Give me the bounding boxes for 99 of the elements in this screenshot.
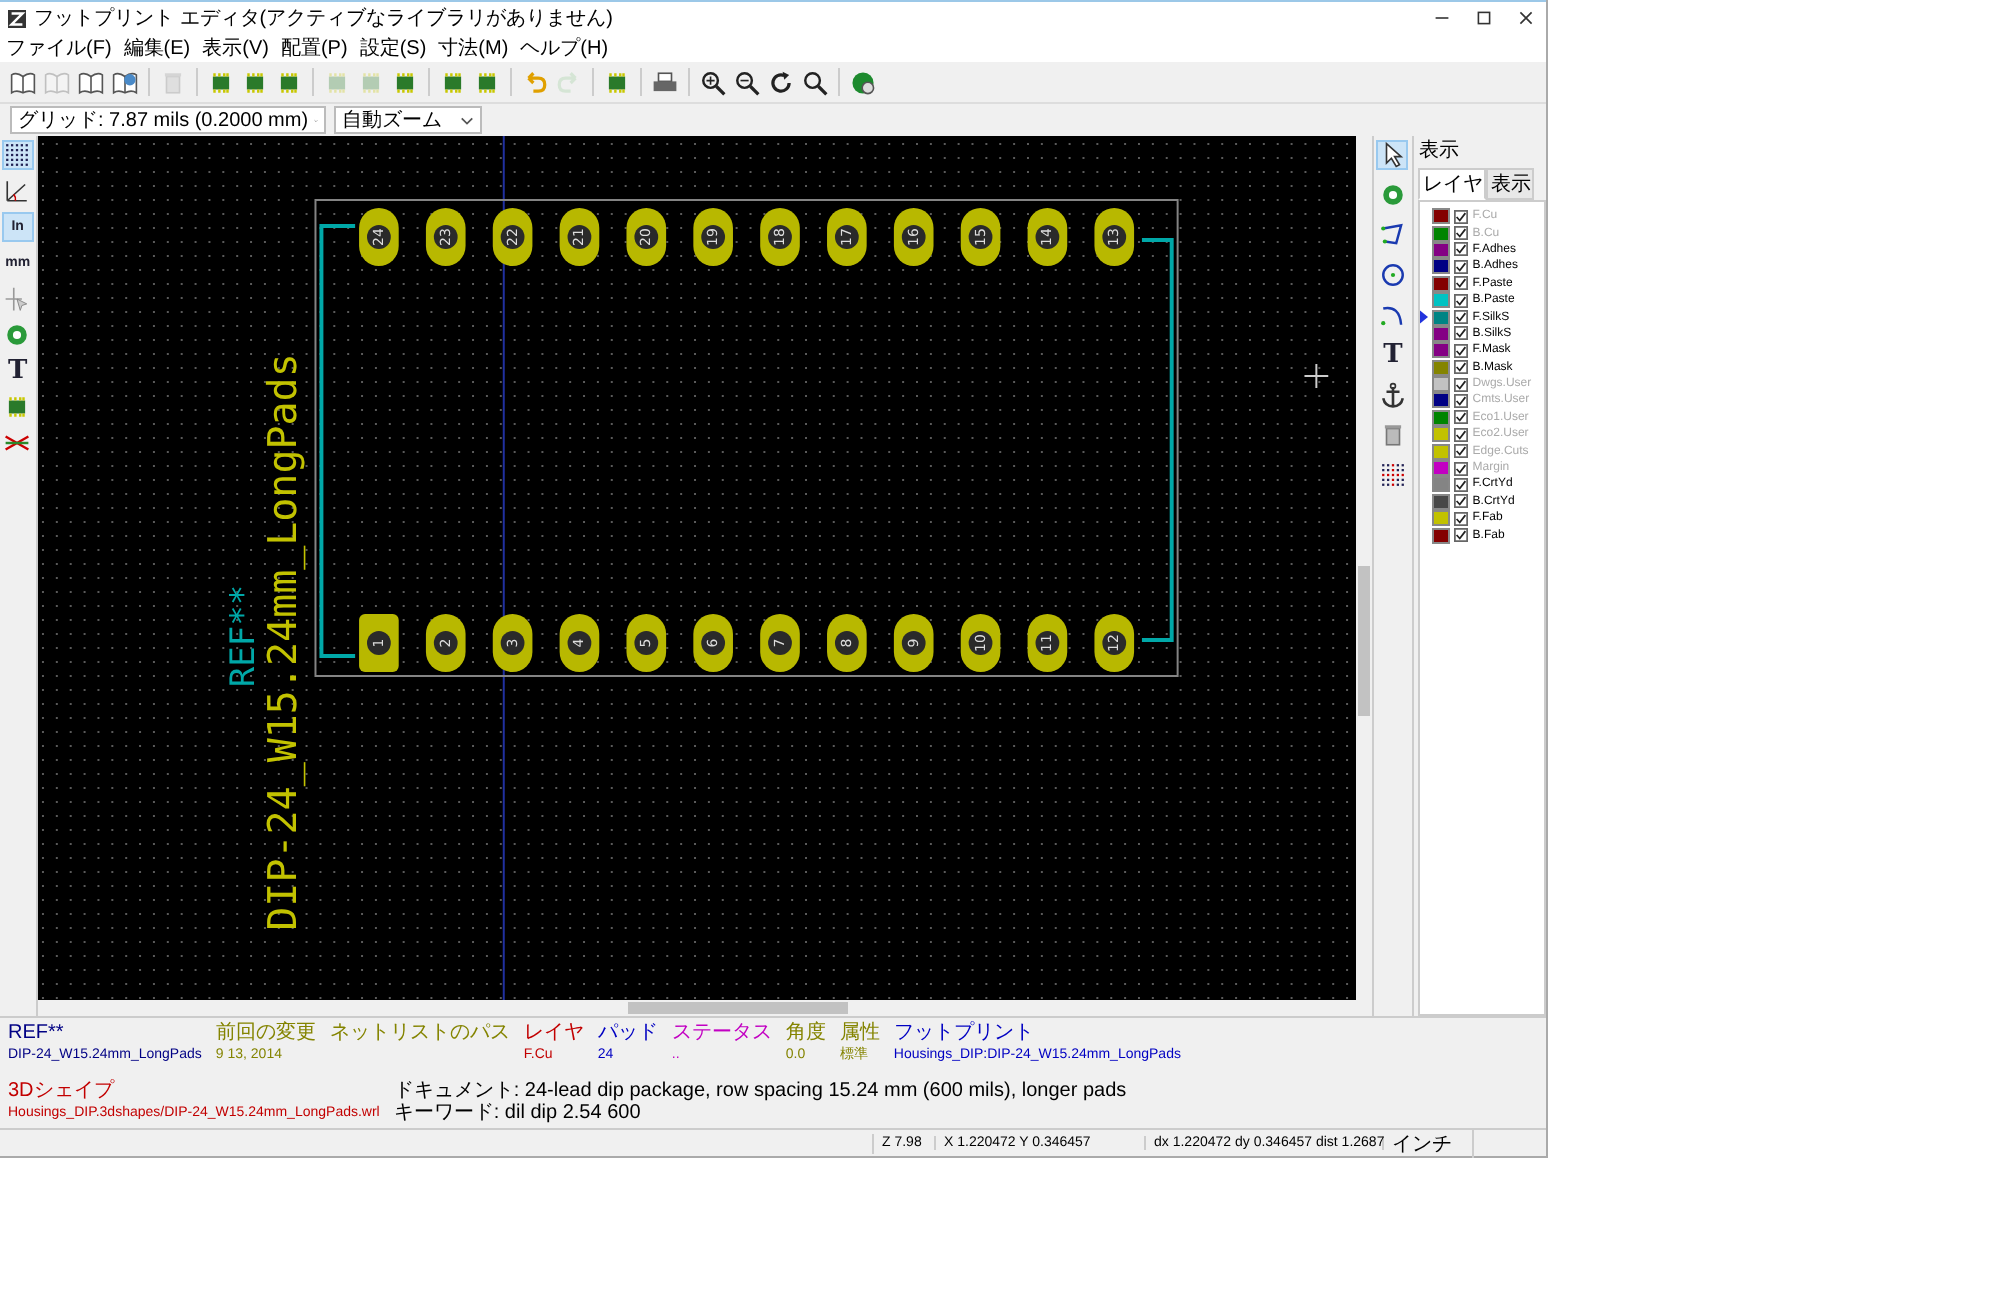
field-label: ネットリストのパス bbox=[329, 1022, 510, 1044]
field-label: 角度 bbox=[785, 1022, 826, 1044]
keywords-text: キーワード: dil dip 2.54 600 bbox=[393, 1102, 643, 1124]
chip-icon bbox=[358, 69, 384, 95]
chip-icon bbox=[208, 69, 234, 95]
zoom-out-icon bbox=[734, 69, 760, 95]
zoom-in-icon bbox=[700, 69, 726, 95]
menu-item[interactable]: 表示(V) bbox=[202, 34, 269, 62]
layer-checkbox[interactable] bbox=[1454, 310, 1469, 325]
window-title: フットプリント エディタ(アクティブなライブラリがありません) bbox=[34, 5, 615, 32]
field-label: パッド bbox=[597, 1022, 658, 1044]
anchor-icon bbox=[1379, 382, 1406, 408]
field-label: ステータス bbox=[671, 1022, 772, 1044]
text-icon: T bbox=[7, 358, 28, 384]
layer-checkbox[interactable] bbox=[1454, 326, 1469, 341]
book-icon bbox=[112, 69, 138, 95]
maximize-icon[interactable] bbox=[1476, 10, 1492, 26]
toolbar-button[interactable] bbox=[1376, 260, 1409, 290]
toolbar-button[interactable] bbox=[1376, 380, 1409, 410]
layer-checkbox[interactable] bbox=[1454, 293, 1469, 308]
layer-swatch[interactable] bbox=[1432, 510, 1451, 527]
layer-swatch[interactable] bbox=[1432, 292, 1451, 309]
field-label: 前回の変更 bbox=[215, 1022, 316, 1044]
menu-item[interactable]: 編集(E) bbox=[123, 34, 191, 62]
layer-swatch[interactable] bbox=[1432, 476, 1451, 493]
chip-icon bbox=[324, 69, 350, 95]
toolbar-button[interactable] bbox=[1376, 220, 1409, 250]
zoom-dropdown[interactable]: 自動ズーム bbox=[334, 106, 482, 134]
trash-icon bbox=[1379, 422, 1406, 448]
menu-item[interactable]: ファイル(F) bbox=[6, 34, 112, 62]
ratsnest-icon bbox=[4, 430, 31, 456]
chip-icon bbox=[242, 69, 268, 95]
field-label: フットプリント bbox=[893, 1022, 1036, 1044]
chip-icon bbox=[4, 394, 31, 420]
grid-icon bbox=[4, 142, 31, 168]
layer-swatch[interactable] bbox=[1432, 342, 1451, 359]
arc-icon bbox=[1379, 302, 1406, 328]
units-status: インチ bbox=[1384, 1129, 1474, 1157]
undo-icon bbox=[522, 69, 548, 95]
toolbar-button[interactable]: T bbox=[1, 356, 34, 386]
toolbar-button[interactable] bbox=[1, 140, 34, 170]
reference-label: REF** bbox=[221, 584, 262, 688]
layer-checkbox[interactable] bbox=[1454, 343, 1469, 358]
layer-swatch[interactable] bbox=[1432, 359, 1451, 376]
menu-item[interactable]: 設定(S) bbox=[359, 34, 427, 62]
layer-checkbox[interactable] bbox=[1454, 477, 1469, 492]
pad-icon bbox=[1379, 182, 1406, 208]
toolbar-button[interactable] bbox=[1376, 140, 1409, 170]
toolbar-button[interactable]: T bbox=[1376, 340, 1409, 370]
text-icon: T bbox=[1383, 342, 1403, 368]
gear-icon bbox=[850, 69, 876, 95]
value-label: DIP-24_W15.24mm_LongPads bbox=[259, 353, 305, 931]
book-icon bbox=[10, 69, 36, 95]
layer-checkbox[interactable] bbox=[1454, 242, 1469, 257]
layer-checkbox[interactable] bbox=[1454, 494, 1469, 509]
menu-item[interactable]: 配置(P) bbox=[280, 34, 348, 62]
toolbar-button[interactable] bbox=[1376, 460, 1409, 490]
caret-icon bbox=[460, 115, 474, 125]
layer-checkbox[interactable] bbox=[1454, 259, 1469, 274]
refresh-icon bbox=[768, 69, 794, 95]
layer-swatch[interactable] bbox=[1432, 309, 1451, 326]
book-icon bbox=[44, 69, 70, 95]
field-label: 属性 bbox=[839, 1022, 880, 1044]
panel-title: 表示 bbox=[1416, 137, 1461, 164]
field-label: 3Dシェイプ bbox=[8, 1080, 117, 1102]
redo-icon bbox=[556, 69, 582, 95]
chip-icon bbox=[440, 69, 466, 95]
printer-icon bbox=[652, 69, 678, 95]
polar-icon bbox=[4, 178, 31, 204]
layer-checkbox[interactable] bbox=[1454, 511, 1469, 526]
layer-checkbox[interactable] bbox=[1454, 360, 1469, 375]
menu-item[interactable]: 寸法(M) bbox=[438, 34, 509, 62]
chip-icon bbox=[276, 69, 302, 95]
crosshair-icon bbox=[1302, 363, 1329, 389]
layer-checkbox[interactable] bbox=[1454, 528, 1469, 543]
book-icon bbox=[78, 69, 104, 95]
app-logo-icon bbox=[8, 9, 26, 27]
chip-icon bbox=[392, 69, 418, 95]
grid-dropdown[interactable]: グリッド: 7.87 mils (0.2000 mm) bbox=[10, 106, 326, 134]
circle-icon bbox=[1379, 262, 1406, 288]
close-icon[interactable] bbox=[1518, 10, 1534, 26]
layer-swatch[interactable] bbox=[1432, 493, 1451, 510]
panel-tab[interactable]: レイヤ bbox=[1418, 168, 1487, 200]
polyline-icon bbox=[1379, 222, 1406, 248]
layer-swatch[interactable] bbox=[1432, 275, 1451, 292]
pad-icon bbox=[4, 322, 31, 348]
trash-icon bbox=[160, 69, 186, 95]
field-label: REF** bbox=[8, 1022, 66, 1044]
layer-checkbox[interactable] bbox=[1454, 276, 1469, 291]
layer-swatch[interactable] bbox=[1432, 527, 1451, 544]
documentation-text: ドキュメント: 24-lead dip package, row spacing 15.24 mm (600 mils), longer pads bbox=[393, 1080, 1127, 1102]
panel-tab[interactable]: 表示 bbox=[1486, 168, 1535, 200]
menu-item[interactable]: ヘルプ(H) bbox=[520, 34, 609, 62]
field-label: レイヤ bbox=[523, 1022, 584, 1044]
grid-icon bbox=[1379, 462, 1406, 488]
chip-icon bbox=[474, 69, 500, 95]
chip-icon bbox=[604, 69, 630, 95]
layer-swatch[interactable] bbox=[1432, 258, 1451, 275]
zoom-fit-icon bbox=[802, 69, 828, 95]
